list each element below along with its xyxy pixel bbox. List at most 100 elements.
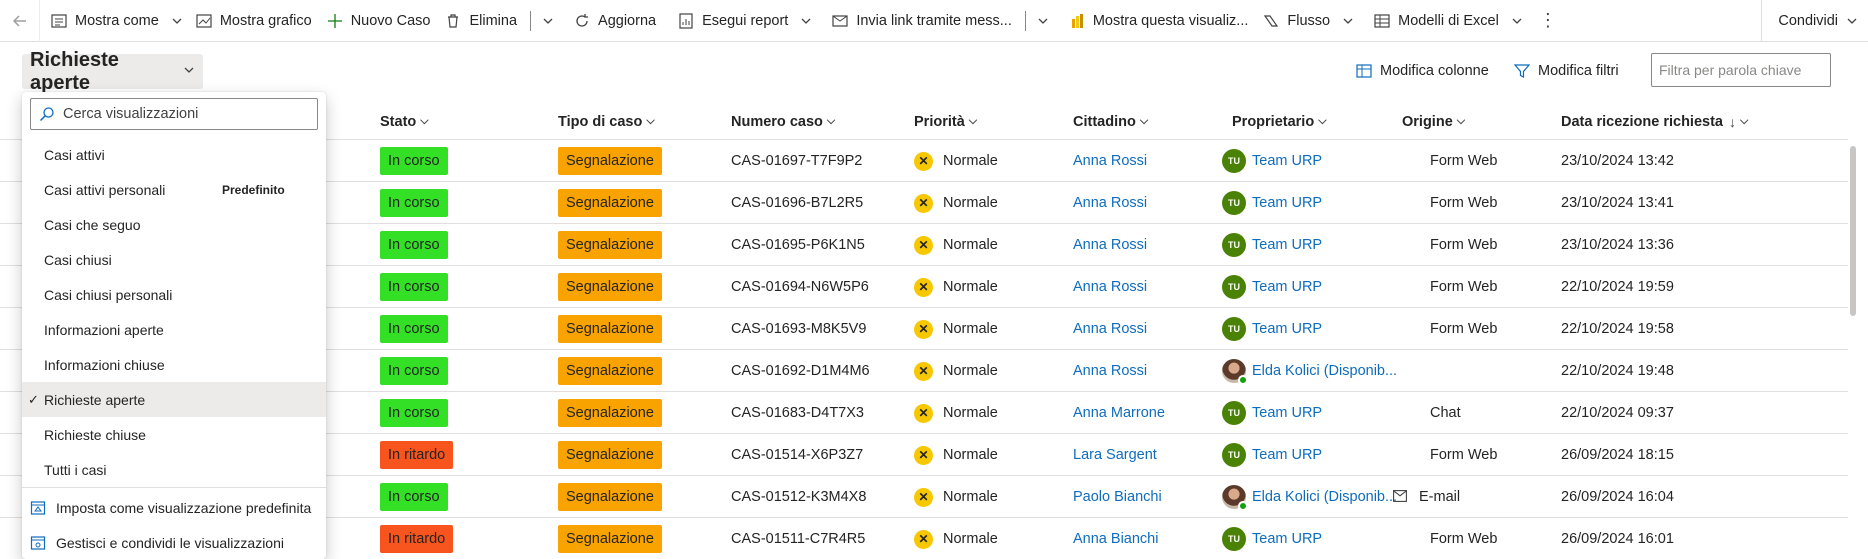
owner-link[interactable]: Team URP: [1252, 405, 1322, 421]
chevron-down-icon[interactable]: [795, 0, 817, 42]
excel-templates-button[interactable]: Modelli di Excel: [1359, 0, 1506, 42]
set-default-view-button[interactable]: Imposta come visualizzazione predefinita: [22, 490, 326, 525]
owner-link[interactable]: Elda Kolici (Disponib...: [1252, 363, 1397, 379]
citizen-link[interactable]: Paolo Bianchi: [1073, 476, 1162, 518]
column-header-data[interactable]: Data ricezione richiesta ↓ ⌵: [1561, 103, 1748, 140]
view-option[interactable]: Tutti i casi: [22, 452, 326, 487]
view-option[interactable]: Informazioni chiuse: [22, 347, 326, 382]
status-badge: In corso: [380, 189, 448, 217]
delete-label: Elimina: [469, 12, 518, 29]
trash-icon: [444, 12, 462, 30]
view-option[interactable]: Casi che seguo: [22, 207, 326, 242]
new-case-button[interactable]: Nuovo Caso: [319, 0, 438, 42]
view-selector[interactable]: Richieste aperte: [22, 49, 203, 94]
vertical-scrollbar[interactable]: [1850, 146, 1856, 316]
chevron-down-icon: ⌵: [1318, 115, 1327, 127]
chevron-down-icon: ⌵: [1139, 115, 1149, 127]
owner-link[interactable]: Team URP: [1252, 237, 1322, 253]
more-options-icon[interactable]: ⋮: [1528, 0, 1568, 42]
citizen-link[interactable]: Anna Rossi: [1073, 224, 1147, 266]
owner-link[interactable]: Team URP: [1252, 279, 1322, 295]
owner-link[interactable]: Team URP: [1252, 531, 1322, 547]
keyword-filter-input[interactable]: [1651, 53, 1831, 87]
column-header-origine[interactable]: Origine ⌵: [1402, 103, 1465, 140]
edit-columns-label: Modifica colonne: [1380, 63, 1489, 79]
link-icon: [831, 12, 849, 30]
view-option[interactable]: Casi chiusi personali: [22, 277, 326, 312]
divider: [22, 487, 326, 488]
citizen-link[interactable]: Anna Bianchi: [1073, 518, 1158, 559]
edit-filters-button[interactable]: Modifica filtri: [1514, 59, 1619, 83]
share-button[interactable]: Condividi: [1761, 0, 1868, 42]
case-type-cell: Segnalazione: [558, 350, 662, 392]
case-type-badge: Segnalazione: [558, 147, 662, 175]
show-visualization-button[interactable]: Mostra questa visualiz...: [1054, 0, 1256, 42]
refresh-button[interactable]: Aggiorna: [559, 0, 663, 42]
citizen-link[interactable]: Anna Rossi: [1073, 350, 1147, 392]
flow-button[interactable]: Flusso: [1255, 0, 1337, 42]
owner-cell: TU Team URP: [1222, 518, 1322, 559]
search-views-input[interactable]: [63, 106, 303, 122]
edit-columns-button[interactable]: Modifica colonne: [1356, 59, 1489, 83]
column-header-proprietario[interactable]: Proprietario ⌵: [1232, 103, 1327, 140]
chevron-down-icon[interactable]: [166, 0, 188, 42]
show-chart-button[interactable]: Mostra grafico: [188, 0, 319, 42]
owner-link[interactable]: Elda Kolici (Disponib...: [1252, 489, 1397, 505]
view-option[interactable]: Informazioni aperte: [22, 312, 326, 347]
search-views-field[interactable]: [30, 98, 318, 130]
view-option-label: Richieste chiuse: [44, 426, 146, 443]
column-header-stato[interactable]: Stato ⌵: [380, 103, 429, 140]
case-number-cell: CAS-01692-D1M4M6: [731, 363, 870, 379]
case-type-cell: Segnalazione: [558, 518, 662, 559]
chevron-down-icon[interactable]: [1032, 0, 1054, 42]
chevron-down-icon[interactable]: [1337, 0, 1359, 42]
owner-link[interactable]: Team URP: [1252, 195, 1322, 211]
status-cell: In ritardo: [380, 434, 454, 476]
origin-label: Form Web: [1430, 279, 1498, 295]
owner-cell: TU Team URP: [1222, 140, 1322, 182]
chevron-down-icon: ⌵: [1456, 115, 1466, 127]
case-number-cell: CAS-01512-K3M4X8: [731, 489, 867, 505]
origin-cell: Form Web: [1430, 140, 1497, 182]
owner-link[interactable]: Team URP: [1252, 447, 1322, 463]
view-option[interactable]: Casi chiusi: [22, 242, 326, 277]
column-header-priorita[interactable]: Priorità ⌵: [914, 103, 977, 140]
citizen-link[interactable]: Anna Rossi: [1073, 308, 1147, 350]
view-option-label: Casi attivi personali: [44, 181, 166, 198]
view-option[interactable]: Richieste chiuse: [22, 417, 326, 452]
column-header-label: Tipo di caso: [558, 113, 643, 130]
citizen-link[interactable]: Anna Marrone: [1073, 392, 1165, 434]
avatar: TU: [1222, 275, 1246, 299]
show-as-button[interactable]: Mostra come: [40, 0, 166, 42]
citizen-link[interactable]: Anna Rossi: [1073, 182, 1147, 224]
case-type-cell: Segnalazione: [558, 182, 662, 224]
owner-link[interactable]: Team URP: [1252, 321, 1322, 337]
column-header-tipo[interactable]: Tipo di caso ⌵: [558, 103, 655, 140]
chevron-down-icon[interactable]: [1506, 0, 1528, 42]
send-link-button[interactable]: Invia link tramite mess...: [817, 0, 1019, 42]
received-date-cell: 26/09/2024 16:04: [1561, 489, 1674, 505]
view-option[interactable]: Casi attivi personali Predefinito: [22, 172, 326, 207]
column-header-numero[interactable]: Numero caso ⌵: [731, 103, 835, 140]
run-report-button[interactable]: Esegui report: [663, 0, 795, 42]
view-option[interactable]: Casi attivi: [22, 137, 326, 172]
citizen-link[interactable]: Anna Rossi: [1073, 266, 1147, 308]
citizen-link[interactable]: Anna Rossi: [1073, 140, 1147, 182]
owner-link[interactable]: Team URP: [1252, 153, 1322, 169]
status-badge: In corso: [380, 399, 448, 427]
column-header-cittadino[interactable]: Cittadino ⌵: [1073, 103, 1148, 140]
powerbi-icon: [1068, 12, 1086, 30]
avatar: [1222, 485, 1248, 511]
status-cell: In corso: [380, 224, 448, 266]
column-header-label: Data ricezione richiesta: [1561, 113, 1723, 130]
delete-button[interactable]: Elimina: [437, 0, 524, 42]
priority-cell: ✕ Normale: [914, 182, 998, 224]
status-badge: In corso: [380, 483, 448, 511]
view-option[interactable]: ✓ Richieste aperte: [22, 382, 326, 417]
chevron-down-icon[interactable]: [537, 0, 559, 42]
citizen-link[interactable]: Lara Sargent: [1073, 434, 1157, 476]
origin-cell: Form Web: [1430, 266, 1497, 308]
case-type-badge: Segnalazione: [558, 441, 662, 469]
back-arrow-icon[interactable]: [0, 0, 40, 42]
manage-views-button[interactable]: Gestisci e condividi le visualizzazioni: [22, 525, 326, 559]
